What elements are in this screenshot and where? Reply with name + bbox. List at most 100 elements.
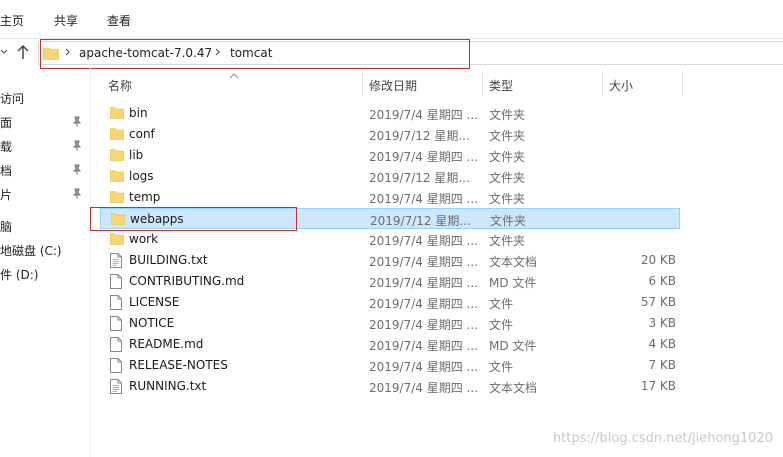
pin-icon (72, 140, 82, 152)
folder-icon (109, 190, 125, 205)
folder-icon (109, 148, 125, 163)
column-divider[interactable] (362, 70, 363, 96)
column-divider[interactable] (602, 70, 603, 96)
file-icon (110, 358, 124, 373)
file-name: lib (129, 148, 144, 162)
file-date: 2019/7/4 星期四 ... (369, 108, 478, 122)
file-date: 2019/7/4 星期四 ... (369, 318, 478, 332)
file-date: 2019/7/4 星期四 ... (369, 255, 478, 269)
file-type: 文件夹 (489, 234, 526, 248)
file-type: MD 文件 (489, 276, 537, 290)
file-row-contributing-md[interactable]: CONTRIBUTING.md 2019/7/4 星期四 ... MD 文件 6 KB (100, 271, 680, 292)
file-type: 文件 (489, 297, 514, 311)
file-icon (110, 337, 124, 352)
address-row: apache-tomcat-7.0.47 tomcat (0, 38, 783, 68)
column-divider[interactable] (682, 70, 683, 96)
tab-view[interactable]: 查看 (107, 12, 131, 29)
nav-item-desktop[interactable]: 面 (0, 114, 12, 131)
file-icon (110, 295, 124, 310)
file-row-conf[interactable]: conf 2019/7/12 星期... 文件夹 (100, 124, 680, 145)
file-row-bin[interactable]: bin 2019/7/4 星期四 ... 文件夹 (100, 103, 680, 124)
file-row-temp[interactable]: temp 2019/7/4 星期四 ... 文件夹 (100, 187, 680, 208)
file-size: 3 KB (648, 316, 676, 330)
file-type: 文本文档 (489, 381, 538, 395)
text-document-icon (110, 253, 124, 268)
file-row-webapps[interactable]: webapps 2019/7/12 星期... 文件夹 (100, 208, 680, 229)
file-type: 文件 (489, 318, 514, 332)
nav-item-documents[interactable]: 档 (0, 162, 12, 179)
file-row-notice[interactable]: NOTICE 2019/7/4 星期四 ... 文件 3 KB (100, 313, 680, 334)
column-header: 名称 修改日期 类型 大小 (90, 68, 783, 98)
file-type: 文件夹 (489, 108, 526, 122)
breadcrumb-tomcat[interactable]: tomcat (230, 46, 272, 60)
file-type: 文件 (489, 360, 514, 374)
up-arrow-icon[interactable] (16, 43, 30, 61)
file-name: logs (129, 169, 154, 183)
file-date: 2019/7/4 星期四 ... (369, 381, 478, 395)
file-date: 2019/7/4 星期四 ... (369, 297, 478, 311)
file-date: 2019/7/12 星期... (369, 171, 470, 185)
file-size: 6 KB (648, 274, 676, 288)
file-date: 2019/7/4 星期四 ... (369, 360, 478, 374)
tab-share[interactable]: 共享 (54, 12, 78, 29)
file-name: RELEASE-NOTES (129, 358, 228, 372)
file-date: 2019/7/4 星期四 ... (369, 234, 478, 248)
pin-icon (72, 116, 82, 128)
file-row-license[interactable]: LICENSE 2019/7/4 星期四 ... 文件 57 KB (100, 292, 680, 313)
tab-home[interactable]: 主页 (0, 12, 24, 29)
file-type: MD 文件 (489, 339, 537, 353)
file-type: 文本文档 (489, 255, 538, 269)
file-date: 2019/7/12 星期... (369, 129, 470, 143)
column-type[interactable]: 类型 (489, 77, 513, 94)
file-row-lib[interactable]: lib 2019/7/4 星期四 ... 文件夹 (100, 145, 680, 166)
pin-icon (72, 188, 82, 200)
file-name: bin (129, 106, 148, 120)
recent-locations-chevron-icon[interactable] (0, 46, 8, 59)
file-name: RUNNING.txt (129, 379, 207, 393)
file-date: 2019/7/4 星期四 ... (369, 192, 478, 206)
column-size[interactable]: 大小 (609, 77, 633, 94)
folder-icon (42, 46, 60, 63)
file-type: 文件夹 (490, 214, 527, 228)
column-name[interactable]: 名称 (108, 77, 132, 94)
file-name: conf (129, 127, 155, 141)
file-date: 2019/7/4 星期四 ... (369, 276, 478, 290)
file-size: 17 KB (640, 379, 676, 393)
folder-icon (109, 127, 125, 142)
column-divider[interactable] (482, 70, 483, 96)
file-name: temp (129, 190, 161, 204)
ribbon: 主页 共享 查看 (0, 0, 783, 39)
file-row-running-txt[interactable]: RUNNING.txt 2019/7/4 星期四 ... 文本文档 17 KB (100, 376, 680, 397)
address-bar[interactable]: apache-tomcat-7.0.47 tomcat (38, 41, 783, 65)
file-size: 57 KB (640, 295, 676, 309)
column-date[interactable]: 修改日期 (369, 77, 417, 94)
file-row-logs[interactable]: logs 2019/7/12 星期... 文件夹 (100, 166, 680, 187)
nav-item-this-pc[interactable]: 脑 (0, 218, 12, 235)
file-date: 2019/7/12 星期... (370, 214, 471, 228)
file-row-release-notes[interactable]: RELEASE-NOTES 2019/7/4 星期四 ... 文件 7 KB (100, 355, 680, 376)
nav-item-pictures[interactable]: 片 (0, 186, 12, 203)
file-type: 文件夹 (489, 150, 526, 164)
nav-item-quick-access[interactable]: 访问 (0, 90, 24, 107)
text-document-icon (110, 379, 124, 394)
watermark: https://blog.csdn.net/jiehong1020 (552, 431, 773, 446)
nav-item-drive-c[interactable]: 地磁盘 (C:) (0, 242, 62, 259)
pin-icon (72, 164, 82, 176)
file-row-work[interactable]: work 2019/7/4 星期四 ... 文件夹 (100, 229, 680, 250)
file-name: BUILDING.txt (129, 253, 208, 267)
file-name: NOTICE (129, 316, 175, 330)
nav-item-downloads[interactable]: 载 (0, 138, 12, 155)
breadcrumb-separator-icon[interactable] (215, 46, 221, 61)
file-type: 文件夹 (489, 129, 526, 143)
breadcrumb-separator-icon[interactable] (65, 46, 71, 61)
sort-ascending-icon (229, 68, 239, 79)
file-size: 7 KB (648, 358, 676, 372)
file-row-building-txt[interactable]: BUILDING.txt 2019/7/4 星期四 ... 文本文档 20 KB (100, 250, 680, 271)
file-name: work (129, 232, 159, 246)
folder-icon (110, 212, 126, 227)
file-name: LICENSE (129, 295, 180, 309)
file-date: 2019/7/4 星期四 ... (369, 339, 478, 353)
file-row-readme-md[interactable]: README.md 2019/7/4 星期四 ... MD 文件 4 KB (100, 334, 680, 355)
breadcrumb-apache-tomcat[interactable]: apache-tomcat-7.0.47 (79, 46, 212, 60)
nav-item-drive-d[interactable]: 件 (D:) (0, 266, 38, 283)
